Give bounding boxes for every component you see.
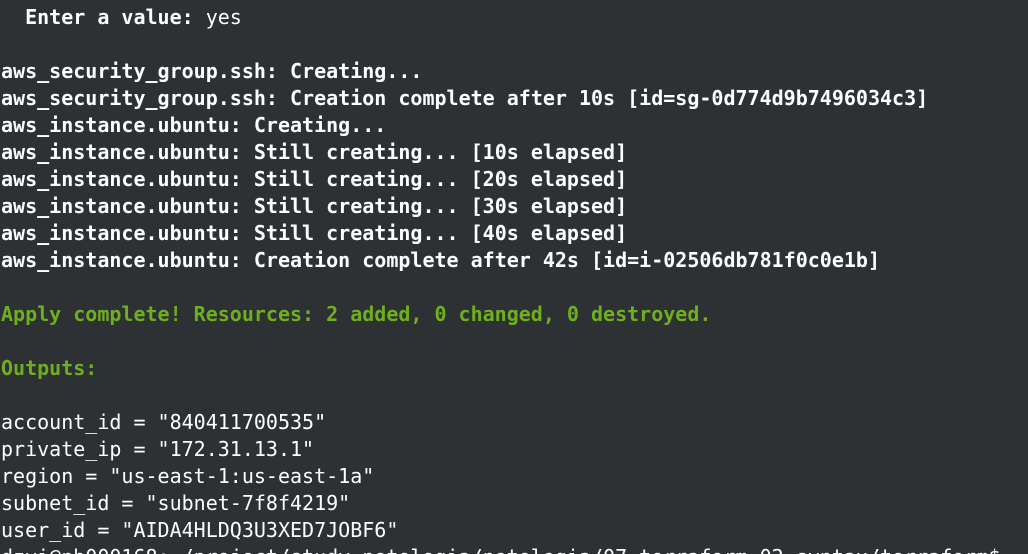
output-line: subnet_id = "subnet-7f8f4219"	[1, 491, 351, 515]
log-message: Still creating... [30s elapsed]	[241, 194, 628, 218]
log-message: Still creating... [10s elapsed]	[241, 140, 628, 164]
log-resource: aws_instance.ubuntu:	[1, 194, 242, 218]
terminal-window[interactable]: Enter a value: yes aws_security_group.ss…	[0, 0, 1028, 554]
log-line: aws_instance.ubuntu: Still creating... […	[0, 220, 1028, 247]
log-resource: aws_security_group.ssh:	[1, 59, 278, 83]
log-resource: aws_instance.ubuntu:	[1, 248, 242, 272]
log-line: aws_security_group.ssh: Creating...	[0, 58, 1028, 85]
output-line: account_id = "840411700535"	[1, 410, 327, 434]
log-line: aws_instance.ubuntu: Still creating... […	[0, 193, 1028, 220]
log-line: aws_instance.ubuntu: Creation complete a…	[0, 247, 1028, 274]
shell-prompt: dzvi@nb000168:~/project/study-netologia/…	[0, 544, 1028, 554]
confirm-prompt-line: Enter a value: yes	[0, 4, 1028, 31]
log-line: aws_instance.ubuntu: Still creating... […	[0, 166, 1028, 193]
log-message: Creation complete after 42s [id=i-02506d…	[241, 248, 881, 272]
output-line: region = "us-east-1:us-east-1a"	[1, 464, 375, 488]
log-line: aws_instance.ubuntu: Creating...	[0, 112, 1028, 139]
log-resource: aws_instance.ubuntu:	[1, 140, 242, 164]
output-line: user_id = "AIDA4HLDQ3U3XED7JOBF6"	[1, 518, 399, 542]
log-resource: aws_instance.ubuntu:	[1, 113, 242, 137]
log-resource: aws_security_group.ssh:	[1, 86, 278, 110]
log-message: Creating...	[277, 59, 423, 83]
outputs-header: Outputs:	[1, 356, 98, 380]
log-line: aws_instance.ubuntu: Still creating... […	[0, 139, 1028, 166]
apply-summary: Apply complete! Resources: 2 added, 0 ch…	[1, 302, 712, 326]
log-message: Still creating... [20s elapsed]	[241, 167, 628, 191]
log-message: Creation complete after 10s [id=sg-0d774…	[277, 86, 929, 110]
log-message: Still creating... [40s elapsed]	[241, 221, 628, 245]
log-line: aws_security_group.ssh: Creation complet…	[0, 85, 1028, 112]
confirm-prompt-label: Enter a value:	[1, 5, 194, 29]
log-resource: aws_instance.ubuntu:	[1, 221, 242, 245]
log-message: Creating...	[241, 113, 387, 137]
confirm-prompt-value: yes	[193, 5, 242, 29]
output-line: private_ip = "172.31.13.1"	[1, 437, 315, 461]
log-resource: aws_instance.ubuntu:	[1, 167, 242, 191]
